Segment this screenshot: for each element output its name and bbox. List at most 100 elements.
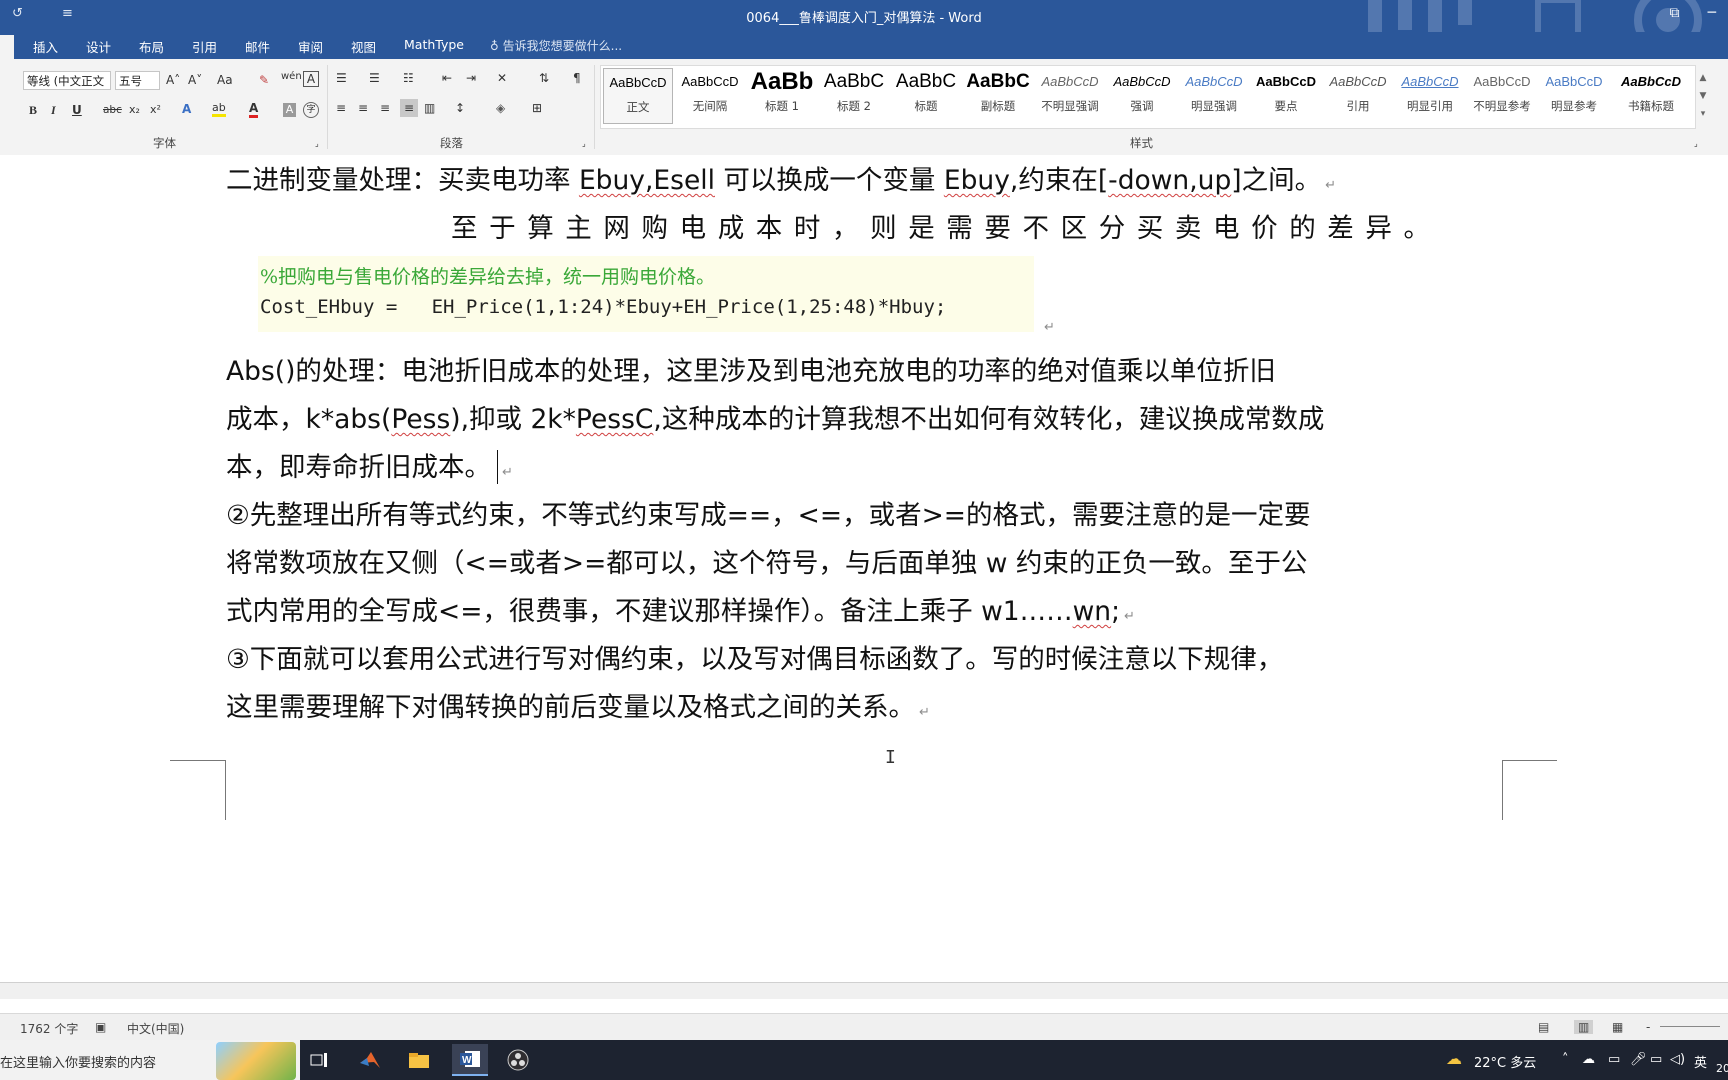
font-size-combo[interactable]: 五号 bbox=[115, 71, 160, 90]
numbering-icon[interactable]: ☰ bbox=[369, 71, 380, 85]
font-color-button[interactable]: A bbox=[249, 101, 259, 118]
tab-mathtype[interactable]: MathType bbox=[404, 37, 464, 52]
obs-icon[interactable] bbox=[502, 1044, 534, 1076]
tab-mailings[interactable]: 邮件 bbox=[245, 37, 270, 56]
tab-insert[interactable]: 插入 bbox=[33, 37, 58, 56]
style-no-spacing[interactable]: AaBbCcD 无间隔 bbox=[675, 68, 745, 124]
minimize-icon[interactable]: ─ bbox=[1708, 5, 1716, 21]
tab-design[interactable]: 设计 bbox=[86, 37, 111, 56]
show-hidden-icons-icon[interactable]: ˄ bbox=[1562, 1052, 1569, 1067]
styles-dialog-launcher-icon[interactable]: ⌟ bbox=[1694, 139, 1698, 148]
style-intense-quote[interactable]: AaBbCcD 明显引用 bbox=[1395, 68, 1465, 124]
zoom-slider[interactable] bbox=[1660, 1026, 1720, 1027]
justify-icon[interactable]: ≡ bbox=[400, 99, 418, 117]
font-dialog-launcher-icon[interactable]: ⌟ bbox=[315, 139, 319, 148]
read-mode-icon[interactable]: ▤ bbox=[1538, 1020, 1549, 1034]
borders-icon[interactable]: ⊞ bbox=[532, 101, 542, 115]
highlight-button[interactable]: ab bbox=[212, 101, 226, 117]
taskbar-search[interactable]: 在这里输入你要搜索的内容 bbox=[0, 1040, 300, 1080]
paragraph-step3-line2[interactable]: 这里需要理解下对偶转换的前后变量以及格式之间的关系。 ↵ bbox=[226, 685, 930, 724]
shading-icon[interactable]: ◈ bbox=[496, 101, 505, 115]
style-intense-reference[interactable]: AaBbCcD 明显参考 bbox=[1539, 68, 1609, 124]
multilevel-list-icon[interactable]: ☷ bbox=[403, 71, 414, 85]
grow-font-button[interactable]: A˄ bbox=[166, 73, 180, 87]
tell-me-box[interactable]: ♁ 告诉我您想要做什么... bbox=[490, 37, 622, 54]
style-heading-2[interactable]: AaBbC 标题 2 bbox=[819, 68, 889, 124]
print-layout-icon[interactable]: ▥ bbox=[1574, 1020, 1594, 1034]
character-border-icon[interactable]: A bbox=[303, 71, 319, 87]
weather-text[interactable]: 22°C 多云 bbox=[1474, 1052, 1536, 1071]
style-intense-emphasis[interactable]: AaBbCcD 明显强调 bbox=[1179, 68, 1249, 124]
file-explorer-icon[interactable] bbox=[403, 1044, 435, 1076]
change-case-button[interactable]: Aa bbox=[217, 73, 233, 87]
gallery-scroll[interactable]: ▲ ▼ ▾ bbox=[1696, 69, 1710, 123]
input-method-indicator[interactable]: 英 bbox=[1694, 1052, 1707, 1071]
style-heading-1[interactable]: AaBb 标题 1 bbox=[747, 68, 817, 124]
paragraph-abs-line3[interactable]: 本，即寿命折旧成本。 ↵ bbox=[226, 445, 513, 484]
increase-indent-icon[interactable]: ⇥ bbox=[466, 71, 476, 85]
phonetic-guide-icon[interactable]: wén bbox=[281, 71, 302, 82]
superscript-button[interactable]: x² bbox=[150, 103, 161, 116]
tab-layout[interactable]: 布局 bbox=[139, 37, 164, 56]
web-layout-icon[interactable]: ▦ bbox=[1612, 1020, 1623, 1034]
language-indicator[interactable]: 中文(中国) bbox=[127, 1020, 184, 1037]
shrink-font-button[interactable]: A˅ bbox=[188, 73, 202, 87]
style-subtitle[interactable]: AaBbC 副标题 bbox=[963, 68, 1033, 124]
align-center-icon[interactable]: ≡ bbox=[358, 101, 368, 115]
paragraph-step2-line3[interactable]: 式内常用的全写成<=，很费事，不建议那样操作）。备注上乘子 w1……wn; ↵ bbox=[226, 589, 1135, 628]
clock[interactable]: 20 bbox=[1716, 1062, 1728, 1075]
tab-view[interactable]: 视图 bbox=[351, 37, 376, 56]
ribbon-display-icon[interactable]: ⧉ bbox=[1670, 5, 1680, 21]
volume-icon[interactable]: ◁) bbox=[1670, 1052, 1685, 1067]
chinese-layout-icon[interactable]: ✕ bbox=[497, 71, 507, 85]
paragraph-dialog-launcher-icon[interactable]: ⌟ bbox=[582, 139, 586, 148]
bullets-icon[interactable]: ☰ bbox=[336, 71, 347, 85]
onedrive-icon[interactable]: ☁ bbox=[1582, 1052, 1595, 1067]
matlab-icon[interactable] bbox=[354, 1044, 386, 1076]
style-subtle-reference[interactable]: AaBbCcD 不明显参考 bbox=[1467, 68, 1537, 124]
word-icon[interactable]: W bbox=[452, 1044, 488, 1076]
italic-button[interactable]: I bbox=[51, 103, 56, 118]
align-right-icon[interactable]: ≡ bbox=[380, 101, 390, 115]
sort-icon[interactable]: ⇅ bbox=[539, 71, 549, 85]
style-quote[interactable]: AaBbCcD 引用 bbox=[1323, 68, 1393, 124]
subscript-button[interactable]: x₂ bbox=[129, 103, 140, 116]
paragraph-step3-line1[interactable]: ③下面就可以套用公式进行写对偶约束，以及写对偶目标函数了。写的时候注意以下规律， bbox=[226, 637, 1283, 676]
proofing-icon[interactable]: ▣ bbox=[95, 1020, 106, 1034]
style-subtle-emphasis[interactable]: AaBbCcD 不明显强调 bbox=[1035, 68, 1105, 124]
style-emphasis[interactable]: AaBbCcD 强调 bbox=[1107, 68, 1177, 124]
battery-icon[interactable]: ▭ bbox=[1608, 1052, 1620, 1067]
strikethrough-button[interactable]: abc bbox=[103, 104, 122, 116]
line-spacing-icon[interactable]: ↕ bbox=[455, 101, 465, 115]
paragraph-abs-line1[interactable]: Abs()的处理：电池折旧成本的处理，这里涉及到电池充放电的功率的绝对值乘以单位… bbox=[226, 349, 1276, 388]
word-count[interactable]: 1762 个字 bbox=[20, 1020, 78, 1037]
paragraph-step2-line1[interactable]: ②先整理出所有等式约束，不等式约束写成==，<=，或者>=的格式，需要注意的是一… bbox=[226, 493, 1310, 532]
gallery-down-icon[interactable]: ▼ bbox=[1696, 87, 1710, 105]
enclose-characters-button[interactable]: 字 bbox=[303, 102, 319, 118]
document-area[interactable]: 二进制变量处理：买卖电功率 Ebuy,Esell 可以换成一个变量 Ebuy,约… bbox=[0, 155, 1728, 982]
character-shading-button[interactable]: A bbox=[283, 103, 296, 117]
underline-button[interactable]: U bbox=[72, 103, 82, 117]
decrease-indent-icon[interactable]: ⇤ bbox=[442, 71, 452, 85]
paragraph-abs-line2[interactable]: 成本，k*abs(Pess),抑或 2k*PessC,这种成本的计算我想不出如何… bbox=[226, 397, 1324, 436]
tab-start[interactable] bbox=[0, 35, 14, 59]
style-normal[interactable]: AaBbCcD 正文 bbox=[603, 68, 673, 124]
distributed-icon[interactable]: ▥ bbox=[424, 101, 435, 115]
gallery-up-icon[interactable]: ▲ bbox=[1696, 69, 1710, 87]
tab-review[interactable]: 审阅 bbox=[298, 37, 323, 56]
zoom-out-button[interactable]: - bbox=[1646, 1020, 1650, 1034]
gallery-more-icon[interactable]: ▾ bbox=[1696, 105, 1710, 123]
tab-references[interactable]: 引用 bbox=[192, 37, 217, 56]
microphone-icon[interactable]: 🎤︎ bbox=[1630, 1052, 1647, 1067]
clear-format-icon[interactable]: ✎ bbox=[259, 73, 269, 87]
bold-button[interactable]: B bbox=[29, 103, 37, 118]
style-book-title[interactable]: AaBbCcD 书籍标题 bbox=[1611, 68, 1691, 124]
weather-icon[interactable]: ☁ bbox=[1446, 1049, 1462, 1068]
task-view-icon[interactable] bbox=[303, 1044, 335, 1076]
style-title[interactable]: AaBbC 标题 bbox=[891, 68, 961, 124]
paragraph-step2-line2[interactable]: 将常数项放在又侧（<=或者>=都可以，这个符号，与后面单独 w 约束的正负一致。… bbox=[226, 541, 1307, 580]
font-name-combo[interactable]: 等线 (中文正文 bbox=[23, 71, 111, 90]
show-marks-icon[interactable]: ¶ bbox=[573, 71, 581, 85]
style-strong[interactable]: AaBbCcD 要点 bbox=[1251, 68, 1321, 124]
network-icon[interactable]: ▭ bbox=[1650, 1052, 1662, 1067]
